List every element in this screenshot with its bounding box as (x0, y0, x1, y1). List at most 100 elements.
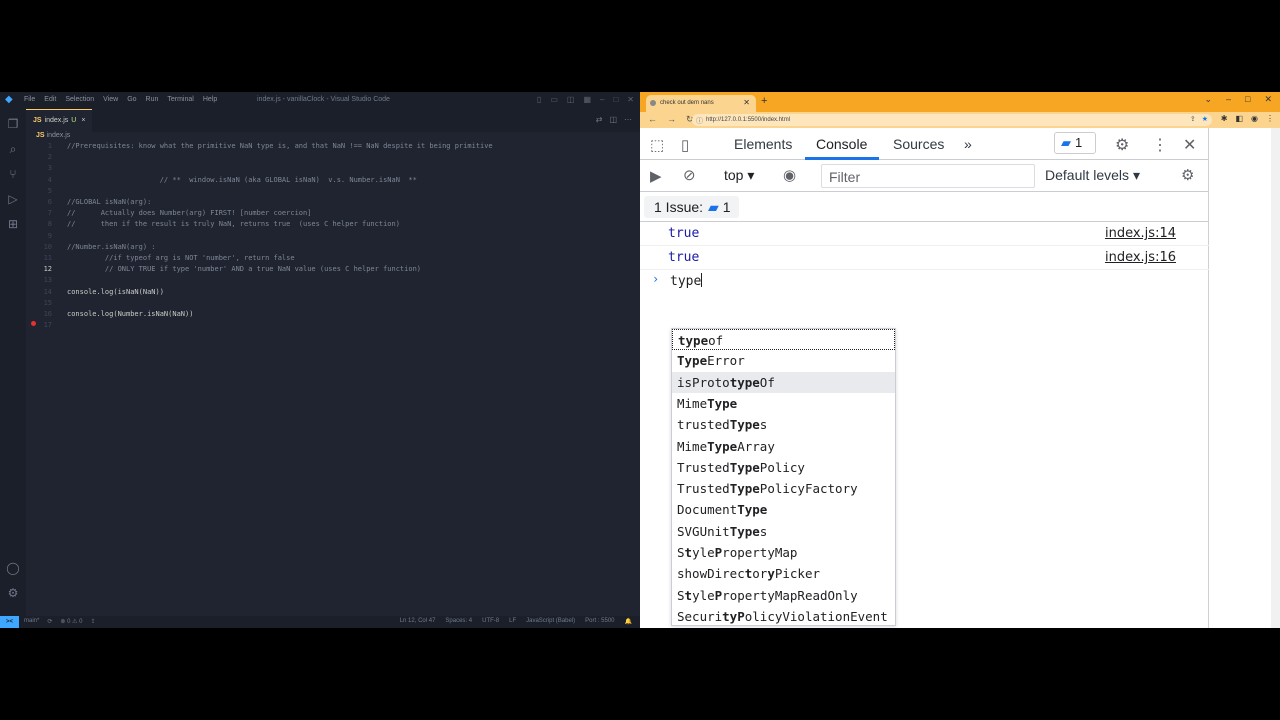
inspect-element-icon[interactable]: ⬚ (650, 136, 664, 154)
code-line[interactable]: 13 (26, 276, 640, 287)
autocomplete-item[interactable]: StylePropertyMapReadOnly (672, 585, 895, 606)
encoding[interactable]: UTF-8 (482, 618, 499, 625)
code-line[interactable]: 17 (26, 321, 640, 332)
menu-help[interactable]: Help (203, 96, 217, 103)
split-editor-icon[interactable]: ◫ (609, 115, 617, 124)
compare-icon[interactable]: ⇄ (596, 115, 603, 124)
code-line[interactable]: 11 //if typeof arg is NOT 'number', retu… (26, 254, 640, 265)
share-icon[interactable]: ⇪ (1190, 115, 1196, 123)
cursor-position[interactable]: Ln 12, Col 47 (400, 618, 436, 625)
more-actions-icon[interactable]: ⋯ (624, 115, 632, 124)
indentation[interactable]: Spaces: 4 (445, 618, 472, 625)
close-icon[interactable]: ✕ (1264, 94, 1272, 105)
tab-elements[interactable]: Elements (734, 136, 792, 152)
forward-icon[interactable]: → (667, 114, 676, 125)
autocomplete-item[interactable]: trustedTypes (672, 414, 895, 435)
log-levels-select[interactable]: Default levels ▾ (1045, 167, 1140, 184)
console-settings-icon[interactable]: ⚙ (1181, 166, 1194, 184)
console-input[interactable]: type (670, 273, 703, 289)
autocomplete-item[interactable]: StylePropertyMap (672, 542, 895, 563)
breadcrumb[interactable]: JS index.js (36, 132, 70, 139)
autocomplete-item[interactable]: isPrototypeOf (672, 371, 895, 393)
code-line[interactable]: 5 (26, 187, 640, 198)
panel-icon[interactable]: ▭ (550, 95, 558, 104)
search-icon[interactable]: ⌕ (6, 142, 20, 156)
tab-console[interactable]: Console (816, 136, 867, 152)
code-line[interactable]: 16 console.log(Number.isNaN(NaN)) (26, 310, 640, 321)
extensions-icon[interactable]: ⊞ (6, 217, 20, 231)
autocomplete-item[interactable]: DocumentType (672, 499, 895, 520)
maximize-icon[interactable]: □ (1245, 94, 1250, 105)
autocomplete-item[interactable]: TrustedTypePolicy (672, 457, 895, 478)
sync-icon[interactable]: ⟳ (47, 618, 52, 625)
code-line[interactable]: 3 (26, 164, 640, 175)
autocomplete-item[interactable]: showDirectoryPicker (672, 563, 895, 584)
code-line[interactable]: 9 (26, 232, 640, 243)
code-line[interactable]: 15 (26, 299, 640, 310)
autocomplete-item[interactable]: SecurityPolicyViolationEvent (672, 606, 895, 627)
autocomplete-item[interactable]: MimeTypeArray (672, 436, 895, 457)
page-scrollbar[interactable] (1271, 128, 1280, 628)
menu-go[interactable]: Go (127, 96, 136, 103)
code-line[interactable]: 7 // Actually does Number(arg) FIRST! [nu… (26, 209, 640, 220)
tab-close-icon[interactable]: × (81, 117, 85, 124)
profile-icon[interactable]: ◉ (1251, 114, 1258, 123)
context-select[interactable]: top ▾ (724, 167, 754, 184)
account-icon[interactable]: ◯ (6, 561, 20, 575)
language-mode[interactable]: JavaScript (Babel) (526, 618, 575, 625)
maximize-icon[interactable]: □ (613, 95, 618, 104)
autocomplete-item[interactable]: SVGUnitTypes (672, 521, 895, 542)
split-icon[interactable]: ◫ (567, 95, 575, 104)
code-line[interactable]: 2 (26, 153, 640, 164)
new-tab-icon[interactable]: + (761, 95, 767, 107)
menu-terminal[interactable]: Terminal (167, 96, 193, 103)
code-line[interactable]: 6 //GLOBAL isNaN(arg): (26, 198, 640, 209)
browser-tab[interactable]: check out dem nans ✕ (646, 95, 756, 112)
code-editor[interactable]: 1 //Prerequisites: know what the primitiv… (26, 142, 640, 616)
line-endings[interactable]: LF (509, 618, 516, 625)
menu-run[interactable]: Run (146, 96, 159, 103)
run-debug-icon[interactable]: ▷ (6, 192, 20, 206)
more-tabs-icon[interactable]: » (964, 136, 972, 152)
clear-console-icon[interactable]: ⊘ (683, 166, 696, 184)
minimize-icon[interactable]: – (600, 95, 604, 104)
git-branch[interactable]: main* (24, 618, 39, 625)
live-server-port[interactable]: Port : 5500 (585, 618, 614, 625)
problems-count[interactable]: ⊗ 0 ⚠ 0 (60, 618, 82, 625)
minimize-icon[interactable]: – (1226, 94, 1231, 105)
explorer-icon[interactable]: ❐ (6, 117, 20, 131)
code-line[interactable]: 1 //Prerequisites: know what the primitiv… (26, 142, 640, 153)
autocomplete-item[interactable]: TypeError (672, 350, 895, 371)
code-line[interactable]: 4 // ** window.isNaN (aka GLOBAL isNaN) … (26, 176, 640, 187)
source-link[interactable]: index.js:16 (1105, 250, 1176, 265)
autocomplete-item[interactable]: MimeType (672, 393, 895, 414)
site-info-icon[interactable]: ⓘ (696, 116, 703, 126)
extensions-puzzle-icon[interactable]: ✱ (1221, 114, 1228, 123)
code-line[interactable]: 12 // ONLY TRUE if type 'number' AND a t… (26, 265, 640, 276)
settings-gear-icon[interactable]: ⚙ (6, 586, 20, 600)
autocomplete-item[interactable]: typeof (672, 329, 895, 350)
close-devtools-icon[interactable]: ✕ (1183, 135, 1196, 155)
autocomplete-item[interactable]: TrustedTypePolicyFactory (672, 478, 895, 499)
source-control-icon[interactable]: ⑂ (6, 167, 20, 181)
tab-index-js[interactable]: JS index.js U × (26, 109, 92, 132)
device-toolbar-icon[interactable]: ▯ (681, 136, 689, 154)
breakpoint-dot[interactable] (31, 321, 36, 326)
issues-button[interactable]: 1 Issue: ▰ 1 (644, 196, 739, 218)
tab-sources[interactable]: Sources (893, 136, 944, 152)
more-options-icon[interactable]: ⋮ (1152, 135, 1168, 155)
live-expression-eye-icon[interactable]: ◉ (783, 166, 796, 184)
code-line[interactable]: 8 // then if the result is truly NaN, ret… (26, 220, 640, 231)
remote-indicator[interactable]: >< (0, 616, 19, 628)
menu-view[interactable]: View (103, 96, 118, 103)
tab-search-icon[interactable]: ⌄ (1204, 94, 1212, 105)
bookmark-star-icon[interactable]: ★ (1202, 115, 1208, 123)
grid-icon[interactable]: ▦ (583, 95, 591, 104)
address-bar[interactable]: ⓘ http://127.0.0.1:5500/index.html ⇪ ★ (692, 114, 1212, 126)
close-icon[interactable]: ✕ (627, 95, 634, 104)
tab-close-icon[interactable]: ✕ (743, 98, 750, 107)
menu-file[interactable]: File (24, 96, 35, 103)
code-line[interactable]: 14 console.log(isNaN(NaN)) (26, 288, 640, 299)
source-link[interactable]: index.js:14 (1105, 226, 1176, 241)
back-icon[interactable]: ← (648, 114, 657, 125)
